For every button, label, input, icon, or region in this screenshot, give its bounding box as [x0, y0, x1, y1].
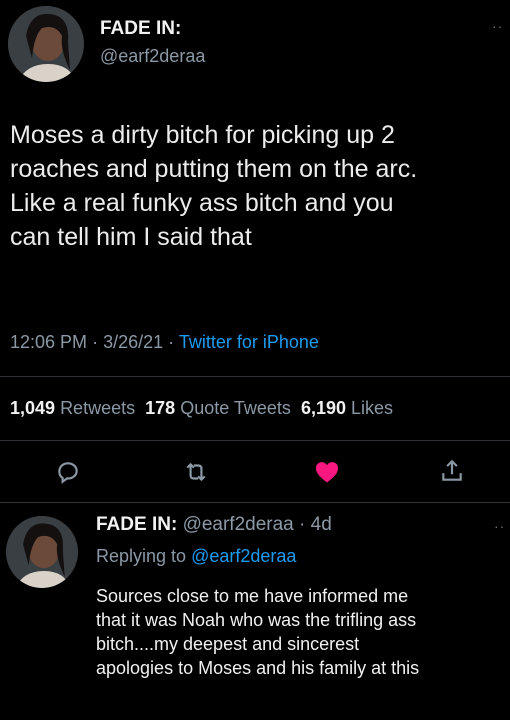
tweet-text-line: roaches and putting them on the arc.	[10, 155, 418, 183]
quotes-count: 178	[145, 398, 176, 418]
reply-text-line: apologies to Moses and his family at thi…	[96, 658, 420, 678]
reply-button[interactable]	[52, 456, 84, 488]
tweet-text: Moses a dirty bitch for picking up 2 roa…	[10, 118, 506, 254]
heart-icon	[315, 462, 339, 483]
tweet-text-line: can tell him I said that	[10, 223, 252, 251]
divider	[0, 502, 510, 503]
replying-to-handle[interactable]: @earf2deraa	[191, 546, 296, 566]
divider	[0, 376, 510, 377]
reply-text-line: Sources close to me have informed me	[96, 586, 409, 606]
meta-separator: ·	[92, 332, 99, 352]
retweets-stat[interactable]: 1,049 Retweets	[10, 398, 135, 418]
share-button[interactable]	[436, 455, 468, 487]
likes-count: 6,190	[300, 398, 346, 418]
tweet-time[interactable]: 12:06 PM	[10, 332, 87, 352]
reply-icon	[58, 462, 78, 484]
retweets-label: Retweets	[60, 398, 136, 418]
reply-text-line: bitch....my deepest and sincerest	[96, 634, 360, 654]
author-name[interactable]: FADE IN:	[100, 18, 181, 40]
tweet-text-line: Moses a dirty bitch for picking up 2	[10, 121, 395, 149]
quotes-label: Quote Tweets	[180, 398, 291, 418]
reply-text-line: that it was Noah who was the trifling as…	[96, 610, 417, 630]
retweets-count: 1,049	[10, 398, 56, 418]
tweet-stats: 1,049 Retweets 178 Quote Tweets 6,190 Li…	[10, 398, 393, 419]
replying-to: Replying to @earf2deraa	[96, 546, 296, 567]
divider	[0, 440, 510, 441]
tweet-text-line: Like a real funky ass bitch and you	[10, 189, 394, 217]
reply-author-handle[interactable]: @earf2deraa	[183, 514, 294, 535]
quotes-stat[interactable]: 178 Quote Tweets	[145, 398, 291, 418]
author-handle[interactable]: @earf2deraa	[100, 46, 205, 67]
reply-text: Sources close to me have informed me tha…	[96, 584, 510, 680]
author-avatar[interactable]	[8, 6, 84, 82]
likes-stat[interactable]: 6,190 Likes	[301, 398, 393, 418]
reply-author-avatar[interactable]	[6, 516, 78, 588]
tweet-date[interactable]: 3/26/21	[103, 332, 163, 352]
like-button[interactable]	[310, 455, 344, 489]
tweet-source-link[interactable]: Twitter for iPhone	[179, 332, 319, 352]
likes-label: Likes	[351, 398, 394, 418]
tweet-meta: 12:06 PM · 3/26/21 · Twitter for iPhone	[10, 332, 319, 353]
retweet-button[interactable]	[180, 456, 212, 488]
reply-author-name[interactable]: FADE IN:	[96, 514, 177, 535]
share-icon	[442, 459, 462, 481]
retweet-icon	[186, 462, 206, 482]
reply-more-options-icon[interactable]: ··	[494, 518, 505, 534]
replying-to-label: Replying to	[96, 546, 187, 566]
reply-header: FADE IN: @earf2deraa · 4d	[96, 514, 332, 536]
reply-age[interactable]: · 4d	[299, 514, 332, 535]
more-options-icon[interactable]: ··	[492, 18, 503, 34]
meta-separator: ·	[168, 332, 175, 352]
